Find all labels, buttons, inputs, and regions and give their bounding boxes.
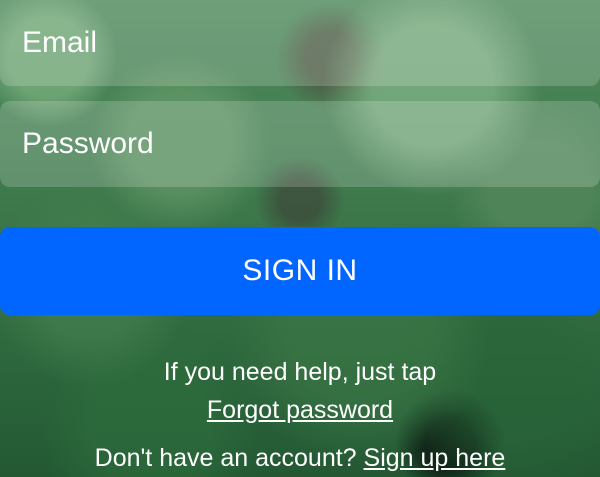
signup-link[interactable]: Sign up here	[364, 444, 506, 472]
help-text: If you need help, just tap	[163, 358, 437, 386]
sign-in-button[interactable]: SIGN IN	[0, 227, 600, 315]
email-field[interactable]: Email	[0, 0, 600, 86]
email-placeholder: Email	[22, 26, 98, 59]
password-field[interactable]: Password	[0, 101, 600, 187]
signup-prompt: Don't have an account?	[94, 444, 357, 472]
forgot-password-link[interactable]: Forgot password	[207, 396, 393, 424]
forgot-password-row: Forgot password	[0, 396, 600, 425]
password-placeholder: Password	[22, 127, 154, 160]
signup-row: Don't have an account? Sign up here	[0, 444, 600, 473]
